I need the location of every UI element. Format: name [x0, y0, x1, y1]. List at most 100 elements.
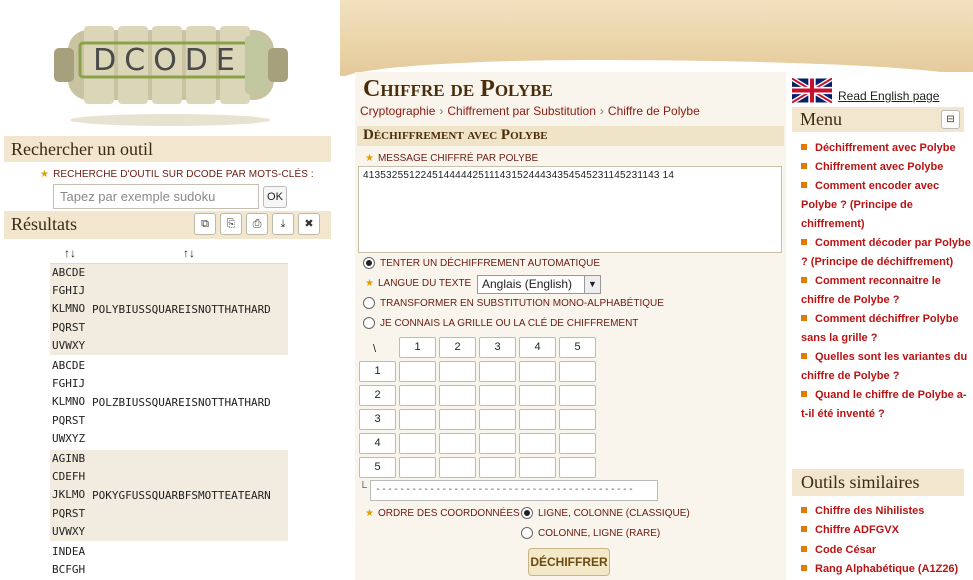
grid-row-5[interactable]: 5: [359, 457, 396, 478]
grid-cell[interactable]: [519, 361, 556, 382]
grid-cell[interactable]: [399, 361, 436, 382]
grid-cell[interactable]: [559, 433, 596, 454]
search-ok-button[interactable]: OK: [263, 186, 287, 208]
decrypt-button[interactable]: DÉCHIFFRER: [528, 548, 610, 576]
table-row[interactable]: ABCDE FGHIJ KLMNO PQRST UWXYZ POLZBIUSSQUARE…: [50, 357, 288, 448]
sort-grid-button[interactable]: ↑↓: [50, 244, 90, 264]
english-link-text[interactable]: Read English page: [838, 89, 939, 103]
similar-item-caesar[interactable]: Code César: [801, 541, 973, 560]
logo-text: DCODE: [93, 43, 243, 78]
language-select[interactable]: Anglais (English) ▼: [477, 275, 601, 294]
grid-cell[interactable]: [439, 457, 476, 478]
result-text: POLZBIUSSQUAREISNOTTHATHARD: [92, 396, 271, 410]
close-icon[interactable]: ✖: [298, 213, 320, 235]
results-header: ↑↓ ↑↓: [50, 244, 288, 264]
grid-col-5[interactable]: 5: [559, 337, 596, 358]
similar-item-adfgvx[interactable]: Chiffre ADFGVX: [801, 521, 973, 540]
grid-cell[interactable]: [439, 361, 476, 382]
similar-item-nihilist[interactable]: Chiffre des Nihilistes: [801, 502, 973, 521]
bullet-icon: [801, 277, 807, 284]
grid-cell[interactable]: [439, 433, 476, 454]
auto-decrypt-option[interactable]: Tenter un déchiffrement automatique: [363, 257, 600, 269]
radio-selected-icon[interactable]: [521, 507, 533, 519]
menu-item-no-grid[interactable]: Comment déchiffrer Polybe sans la grille…: [801, 310, 973, 348]
grid-cell[interactable]: [399, 385, 436, 406]
grid-cell[interactable]: [559, 457, 596, 478]
grid-cell[interactable]: [479, 385, 516, 406]
menu-item-history[interactable]: Quand le chiffre de Polybe a-t-il été in…: [801, 386, 973, 424]
grid-row-1[interactable]: 1: [359, 361, 396, 382]
copy-icon[interactable]: ⧉: [194, 213, 216, 235]
menu-title: Menu ⊟: [792, 107, 964, 132]
grid-cell[interactable]: [479, 433, 516, 454]
collapse-icon[interactable]: ⊟: [941, 110, 960, 129]
grid-cell[interactable]: [479, 409, 516, 430]
chevron-down-icon[interactable]: ▼: [584, 276, 600, 293]
results-toolbar: ⧉ ⎘ ⎙ ⤓ ✖: [194, 213, 320, 235]
grid-cell[interactable]: [479, 361, 516, 382]
grid-col-2[interactable]: 2: [439, 337, 476, 358]
grid-cell[interactable]: [559, 361, 596, 382]
grid-row-4[interactable]: 4: [359, 433, 396, 454]
right-sidebar: Read English page Menu ⊟ Déchiffrement a…: [786, 72, 973, 580]
grid-cell[interactable]: [559, 385, 596, 406]
table-row[interactable]: INDEA BCFGH: [50, 543, 288, 579]
breadcrumb-item-cryptographie[interactable]: Cryptographie: [360, 104, 435, 118]
similar-tools-title: Outils similaires: [792, 469, 964, 496]
grid-cell[interactable]: [399, 457, 436, 478]
english-page-link[interactable]: Read English page: [792, 78, 939, 103]
grid-cell[interactable]: [439, 409, 476, 430]
sort-text-button[interactable]: ↑↓: [90, 244, 288, 264]
radio-icon[interactable]: [521, 527, 533, 539]
grid-cell[interactable]: [399, 409, 436, 430]
grid-col-4[interactable]: 4: [519, 337, 556, 358]
order-label: ★ Ordre des coordonnées: [365, 508, 520, 519]
result-text: POKYGFUSSQUARBFSMOTTEATEARN: [92, 489, 271, 503]
dcode-logo[interactable]: DCODE: [40, 8, 305, 126]
grid-cell[interactable]: [519, 409, 556, 430]
grid-cell[interactable]: [559, 409, 596, 430]
menu-item-how-encode[interactable]: Comment encoder avec Polybe ? (Principe …: [801, 177, 973, 234]
copy-all-icon[interactable]: ⎘: [220, 213, 242, 235]
menu-item-decrypt[interactable]: Déchiffrement avec Polybe: [801, 139, 973, 158]
menu-item-encrypt[interactable]: Chiffrement avec Polybe: [801, 158, 973, 177]
radio-selected-icon[interactable]: [363, 257, 375, 269]
search-section-title: Rechercher un outil: [4, 136, 331, 162]
breadcrumb-item-substitution[interactable]: Chiffrement par Substitution: [447, 104, 596, 118]
table-row[interactable]: ABCDE FGHIJ KLMNO PQRST UVWXY POLYBIUSSQUARE…: [50, 264, 288, 356]
mono-substitution-option[interactable]: Transformer en substitution mono-alphabé…: [363, 297, 664, 309]
radio-icon[interactable]: [363, 297, 375, 309]
bullet-icon: [801, 353, 807, 360]
grid-cell[interactable]: [479, 457, 516, 478]
cipher-message-input[interactable]: 4135325512245144444251114315244434354545…: [358, 166, 782, 253]
menu-list: Déchiffrement avec Polybe Chiffrement av…: [801, 139, 973, 424]
known-grid-option[interactable]: Je connais la grille ou la clé de chiffr…: [363, 317, 638, 329]
grid-cell[interactable]: [519, 433, 556, 454]
coordinates-input[interactable]: ----------------------------------------…: [370, 480, 658, 501]
grid-col-1[interactable]: 1: [399, 337, 436, 358]
grid-row-2[interactable]: 2: [359, 385, 396, 406]
grid-row-3[interactable]: 3: [359, 409, 396, 430]
breadcrumb-item-polybe[interactable]: Chiffre de Polybe: [608, 104, 700, 118]
line-column-option[interactable]: Ligne, Colonne (classique): [521, 507, 690, 519]
menu-item-recognize[interactable]: Comment reconnaitre le chiffre de Polybe…: [801, 272, 973, 310]
table-row[interactable]: AGINB CDEFH JKLMO PQRST UVWXY POKYGFUSSQUARB…: [50, 450, 288, 542]
menu-item-variants[interactable]: Quelles sont les variantes du chiffre de…: [801, 348, 973, 386]
search-input[interactable]: [53, 184, 259, 209]
download-icon[interactable]: ⤓: [272, 213, 294, 235]
bullet-icon: [801, 239, 807, 246]
print-icon[interactable]: ⎙: [246, 213, 268, 235]
left-sidebar: DCODE Rechercher un outil ★ Recherche d'o…: [0, 0, 340, 580]
grid-cell[interactable]: [519, 457, 556, 478]
menu-item-how-decode[interactable]: Comment décoder par Polybe ? (Principe d…: [801, 234, 973, 272]
grid-cell[interactable]: [519, 385, 556, 406]
grid-cell[interactable]: [439, 385, 476, 406]
coord-corner: └: [359, 482, 367, 494]
column-line-option[interactable]: Colonne, Ligne (rare): [521, 527, 660, 539]
result-text: POLYBIUSSQUAREISNOTTHATHARD: [92, 303, 271, 316]
grid-cell[interactable]: [399, 433, 436, 454]
similar-item-a1z26[interactable]: Rang Alphabétique (A1Z26): [801, 560, 973, 579]
radio-icon[interactable]: [363, 317, 375, 329]
star-icon: ★: [365, 153, 374, 164]
grid-col-3[interactable]: 3: [479, 337, 516, 358]
